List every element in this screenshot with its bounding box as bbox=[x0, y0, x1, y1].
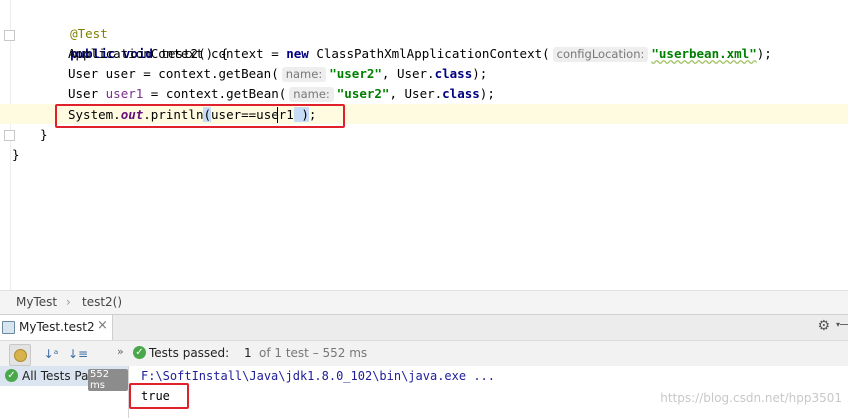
passed-icon: ✓ bbox=[5, 369, 18, 382]
minimize-icon[interactable] bbox=[840, 324, 848, 325]
context-type: ApplicationContext context = bbox=[68, 46, 287, 61]
annotation-line: @Test bbox=[40, 4, 108, 41]
breadcrumb-class[interactable]: MyTest bbox=[16, 295, 57, 309]
tree-item-time: 552 ms bbox=[88, 369, 128, 391]
method-close-brace: } bbox=[40, 125, 48, 145]
context-class: ClassPathXmlApplicationContext( bbox=[316, 46, 550, 61]
breadcrumb-separator-icon: › bbox=[66, 295, 71, 309]
close-brace-method: } bbox=[40, 127, 48, 142]
line4-end: ); bbox=[472, 66, 488, 81]
line3-end: ); bbox=[756, 46, 772, 61]
user1-decl-mid2: , User. bbox=[389, 86, 443, 101]
run-tool-window-header: MyTest.test2 × ⚙ ▾ bbox=[0, 314, 848, 340]
console-command: F:\SoftInstall\Java\jdk1.8.0_102\bin\jav… bbox=[141, 369, 496, 383]
test-tree[interactable]: ✓ All Tests Pa 552 ms bbox=[0, 366, 129, 418]
close-brace-class: } bbox=[12, 147, 20, 162]
user1-decl-mid: = context.getBean( bbox=[143, 86, 287, 101]
param-hint-name-2: name: bbox=[289, 87, 334, 102]
status-count: 1 bbox=[244, 346, 252, 360]
editor-gutter-separator bbox=[10, 0, 11, 290]
tab-label: MyTest.test2 bbox=[19, 320, 95, 334]
user1-type: User bbox=[68, 86, 106, 101]
passed-filter-icon bbox=[14, 349, 27, 362]
check-icon: ✓ bbox=[133, 346, 146, 359]
sort-alpha-icon[interactable]: ↓ᵃ bbox=[41, 344, 61, 364]
status-suffix: of 1 test – 552 ms bbox=[259, 346, 368, 360]
breadcrumb-method[interactable]: test2() bbox=[82, 295, 122, 309]
watermark: https://blog.csdn.net/hpp3501 bbox=[660, 391, 842, 405]
expand-toolbar-icon[interactable]: » bbox=[117, 345, 124, 358]
user-decl-mid: , User. bbox=[381, 66, 435, 81]
code-editor[interactable]: @Test public void test2() { ApplicationC… bbox=[0, 0, 848, 290]
user1-variable: user1 bbox=[105, 86, 144, 101]
string-user2: "user2" bbox=[329, 66, 382, 81]
run-config-icon bbox=[2, 321, 15, 334]
keyword-new: new bbox=[286, 46, 309, 61]
user-decl-start: User user = context.getBean( bbox=[68, 66, 279, 81]
user1-declaration-line: User user1 = context.getBean(name: "user2… bbox=[68, 84, 495, 104]
keyword-class-2: class bbox=[442, 86, 480, 101]
highlight-box-output bbox=[129, 383, 189, 409]
string-user2-2: "user2" bbox=[336, 86, 390, 101]
line5-end: ); bbox=[479, 86, 495, 101]
close-tab-icon[interactable]: × bbox=[97, 319, 110, 333]
show-passed-toggle[interactable] bbox=[9, 344, 31, 366]
fold-method-icon[interactable] bbox=[4, 30, 15, 41]
string-userbean: "userbean.xml" bbox=[651, 46, 757, 61]
gear-icon[interactable]: ⚙ bbox=[817, 318, 830, 334]
breadcrumb: MyTest › test2() bbox=[0, 290, 848, 315]
sort-duration-icon[interactable]: ↓≡ bbox=[68, 344, 88, 364]
user-declaration-line: User user = context.getBean(name: "user2"… bbox=[68, 64, 487, 84]
param-hint-configlocation: configLocation: bbox=[552, 47, 649, 62]
highlight-box-println bbox=[55, 104, 345, 128]
class-close-brace: } bbox=[12, 145, 20, 165]
tree-item-label: All Tests Pa bbox=[22, 369, 89, 383]
context-declaration-line: ApplicationContext context = new ClassPa… bbox=[68, 44, 772, 64]
fold-end-icon[interactable] bbox=[4, 130, 15, 141]
keyword-class: class bbox=[434, 66, 473, 81]
method-signature-line: public void test2() { bbox=[40, 24, 228, 61]
param-hint-name: name: bbox=[281, 67, 327, 82]
test-toolbar: ↓ᵃ ↓≡ » ✓ Tests passed: 1 of 1 test – 55… bbox=[0, 340, 848, 368]
status-prefix: Tests passed: bbox=[149, 346, 230, 360]
